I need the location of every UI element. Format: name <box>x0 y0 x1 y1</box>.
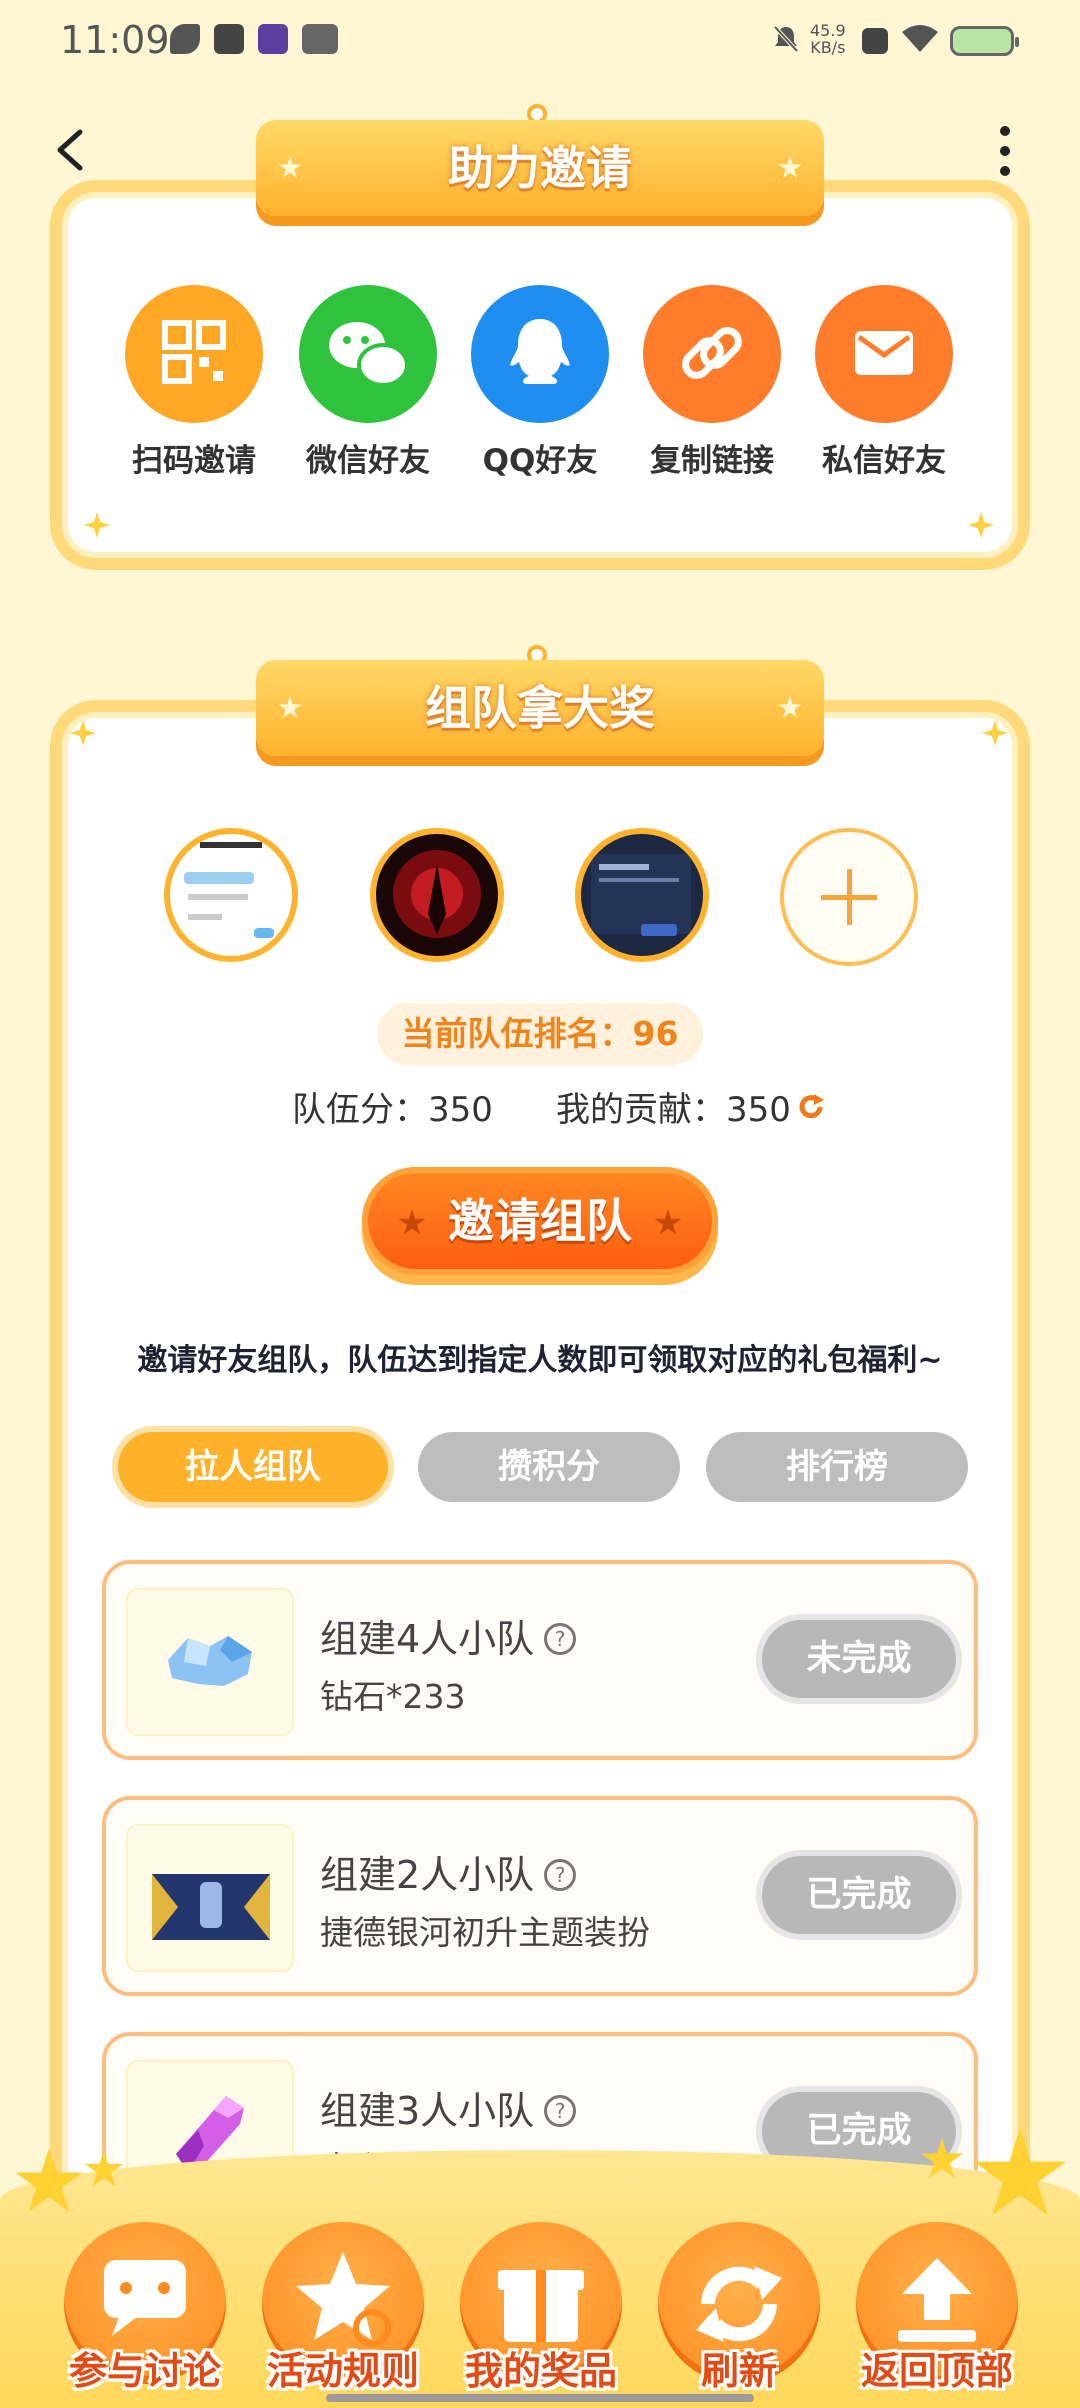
share-qq-label: QQ好友 <box>482 443 598 479</box>
vivo-icon <box>302 24 338 54</box>
share-mail-option[interactable]: 私信好友 <box>798 285 970 480</box>
share-qq-option[interactable]: QQ好友 <box>454 285 626 480</box>
mail-icon <box>815 285 953 423</box>
invite-ribbon: 助力邀请 <box>256 120 824 216</box>
nav-discussion[interactable]: 参与讨论 <box>60 2222 230 2408</box>
share-qr-option[interactable]: 扫码邀请 <box>108 285 280 480</box>
theme-banner-icon <box>126 1824 294 1972</box>
share-qr-label: 扫码邀请 <box>132 443 256 479</box>
add-member-button[interactable] <box>780 828 918 966</box>
mute-bell-icon <box>772 24 800 54</box>
nav-refresh[interactable]: 刷新 <box>654 2222 824 2408</box>
close-square-icon <box>862 28 888 54</box>
team-rank-badge: 当前队伍排名：96 <box>377 1003 703 1065</box>
share-wechat-label: 微信好友 <box>306 443 430 479</box>
tab-recruit[interactable]: 拉人组队 <box>118 1432 388 1502</box>
task-card: 组建4人小队? 钻石*233 未完成 <box>102 1560 978 1760</box>
task-status-button[interactable]: 已完成 <box>762 1856 956 1934</box>
more-options-icon[interactable] <box>990 126 1020 186</box>
nav-prizes[interactable]: 我的奖品 <box>456 2222 626 2408</box>
link-icon <box>643 285 781 423</box>
status-time: 11:09 <box>60 18 170 62</box>
share-link-option[interactable]: 复制链接 <box>626 285 798 480</box>
share-wechat-option[interactable]: 微信好友 <box>282 285 454 480</box>
net-speed-unit: KB/s <box>810 38 846 57</box>
task-reward: 捷德银河初升主题装扮 <box>320 1913 650 1952</box>
nav-rules[interactable]: 活动规则 <box>258 2222 428 2408</box>
task-title-text: 组建3人小队 <box>320 2089 535 2133</box>
task-title: 组建2人小队? <box>320 1844 577 1899</box>
task-reward: 钻石*233 <box>320 1677 466 1716</box>
qq-penguin-icon <box>471 285 609 423</box>
nav-back-to-top-label: 返回顶部 <box>860 2349 1013 2393</box>
refresh-score-icon[interactable] <box>796 1092 826 1122</box>
tab-leaderboard[interactable]: 排行榜 <box>706 1432 968 1502</box>
share-link-label: 复制链接 <box>650 443 774 479</box>
task-title-text: 组建2人小队 <box>320 1853 535 1897</box>
task-title-text: 组建4人小队 <box>320 1617 535 1661</box>
status-bar: 11:09 45.9 KB/s <box>0 0 1080 84</box>
bag-notification-icon <box>214 24 244 54</box>
back-arrow-icon[interactable] <box>50 128 94 172</box>
gesture-home-bar[interactable] <box>326 2394 754 2402</box>
task-status-button[interactable]: 未完成 <box>762 1620 956 1698</box>
nav-back-to-top[interactable]: 返回顶部 <box>852 2222 1022 2408</box>
task-title: 组建4人小队? <box>320 1608 577 1663</box>
avatar[interactable] <box>370 828 504 962</box>
avatar[interactable] <box>164 828 298 962</box>
help-question-icon[interactable]: ? <box>544 2095 577 2127</box>
nav-prizes-label: 我的奖品 <box>464 2349 617 2393</box>
qr-code-icon <box>125 285 263 423</box>
share-mail-label: 私信好友 <box>822 443 946 479</box>
invite-team-label: 邀请组队 <box>448 1194 632 1248</box>
net-speed: 45.9 KB/s <box>810 22 846 56</box>
task-title: 组建3人小队? <box>320 2080 577 2135</box>
leaf-app-icon <box>170 24 200 54</box>
tab-points[interactable]: 攒积分 <box>418 1432 680 1502</box>
help-question-icon[interactable]: ? <box>544 1859 577 1891</box>
help-question-icon[interactable]: ? <box>544 1623 577 1655</box>
avatar[interactable] <box>575 828 709 962</box>
team-ribbon: 组队拿大奖 <box>256 660 824 756</box>
invite-section-title: 助力邀请 <box>448 141 632 195</box>
wechat-icon <box>299 285 437 423</box>
nav-refresh-label: 刷新 <box>700 2349 777 2393</box>
battery-icon <box>950 26 1019 56</box>
nav-rules-label: 活动规则 <box>266 2349 419 2393</box>
team-score: 队伍分：350 <box>292 1090 493 1130</box>
diamond-pile-icon <box>126 1588 294 1736</box>
my-contribution: 我的贡献：350 <box>556 1090 791 1130</box>
net-speed-value: 45.9 <box>810 21 846 40</box>
invite-team-button[interactable]: 邀请组队 <box>362 1167 718 1275</box>
nav-discussion-label: 参与讨论 <box>68 2349 221 2393</box>
game-app-icon <box>258 24 288 54</box>
task-card: 组建2人小队? 捷德银河初升主题装扮 已完成 <box>102 1796 978 1996</box>
team-section-title: 组队拿大奖 <box>425 681 655 735</box>
wifi-icon <box>900 22 940 56</box>
team-description: 邀请好友组队，队伍达到指定人数即可领取对应的礼包福利~ <box>137 1343 943 1378</box>
